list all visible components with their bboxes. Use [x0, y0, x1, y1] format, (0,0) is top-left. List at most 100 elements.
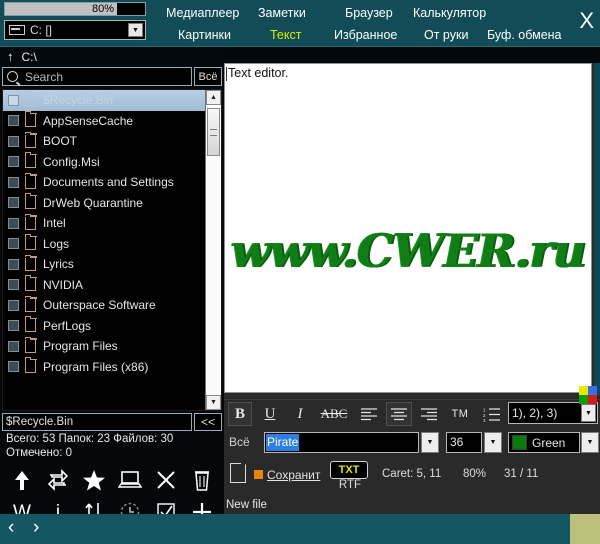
chevron-down-icon[interactable]: ▼: [484, 432, 502, 453]
align-right-icon[interactable]: [416, 402, 442, 426]
item-checkbox[interactable]: [8, 279, 19, 290]
chevron-down-icon[interactable]: ▼: [128, 23, 143, 37]
folder-icon: [25, 360, 36, 373]
item-checkbox[interactable]: [8, 341, 19, 352]
item-checkbox[interactable]: [8, 197, 19, 208]
item-checkbox[interactable]: [8, 361, 19, 372]
menu-item-calculator[interactable]: Калькулятор: [413, 6, 486, 20]
corner-resize-handle[interactable]: [570, 514, 600, 544]
editor-logo-text: www.CWER.ru: [225, 224, 591, 278]
list-item[interactable]: Intel: [3, 213, 205, 234]
menu-item-pictures[interactable]: Картинки: [178, 28, 231, 42]
close-x-icon[interactable]: [148, 465, 184, 495]
strikethrough-button[interactable]: ABC: [318, 402, 350, 426]
item-checkbox[interactable]: [8, 300, 19, 311]
font-color-select[interactable]: Green: [508, 432, 580, 453]
scrollbar-thumb[interactable]: [207, 108, 220, 156]
list-item-label: Logs: [43, 237, 69, 251]
palette-swatch-red[interactable]: [588, 395, 597, 404]
item-checkbox[interactable]: [8, 320, 19, 331]
ordered-list-icon[interactable]: 123: [480, 402, 504, 426]
trademark-button[interactable]: TM: [446, 402, 474, 426]
search-row: Всё: [2, 67, 222, 86]
font-size-select[interactable]: 36: [446, 432, 482, 453]
list-item[interactable]: Logs: [3, 234, 205, 255]
palette-swatch-yellow[interactable]: [579, 386, 588, 395]
search-input[interactable]: [23, 69, 177, 85]
palette-swatch-green[interactable]: [579, 395, 588, 404]
document-icon[interactable]: [230, 463, 246, 483]
top-bar: 80% C: [] ▼ Медиаплеер Заметки Браузер К…: [0, 0, 600, 46]
star-icon[interactable]: [76, 465, 112, 495]
bold-button[interactable]: B: [228, 402, 252, 426]
application-window: 80% C: [] ▼ Медиаплеер Заметки Браузер К…: [0, 0, 600, 544]
item-checkbox[interactable]: [8, 218, 19, 229]
search-scope-button[interactable]: Всё: [194, 67, 222, 86]
list-item-label: Program Files (x86): [43, 360, 148, 374]
refresh-icon[interactable]: [40, 465, 76, 495]
nav-next-icon[interactable]: ›: [33, 517, 39, 539]
list-item[interactable]: Outerspace Software: [3, 295, 205, 316]
list-item[interactable]: PerfLogs: [3, 316, 205, 337]
save-button[interactable]: Сохранит: [267, 468, 320, 482]
font-family-select[interactable]: Pirate: [264, 432, 419, 453]
menu-item-mediaplayer[interactable]: Медиаплеер: [166, 6, 239, 20]
folder-icon: [25, 114, 36, 127]
list-item[interactable]: Documents and Settings: [3, 172, 205, 193]
menu-item-browser[interactable]: Браузер: [345, 6, 393, 20]
chevron-down-icon[interactable]: ▼: [581, 432, 599, 453]
collapse-button[interactable]: <<: [194, 413, 222, 431]
item-checkbox[interactable]: [8, 156, 19, 167]
close-button[interactable]: X: [579, 10, 594, 32]
item-checkbox[interactable]: [8, 177, 19, 188]
menu-item-text[interactable]: Текст: [270, 28, 301, 42]
path-bar: ↑ C:\: [0, 47, 224, 66]
list-item[interactable]: Lyrics: [3, 254, 205, 275]
parent-folder-icon[interactable]: ↑: [7, 49, 14, 64]
menu-item-freehand[interactable]: От руки: [424, 28, 468, 42]
menu-item-notes[interactable]: Заметки: [258, 6, 306, 20]
drive-select[interactable]: C: [] ▼: [4, 20, 146, 40]
item-checkbox[interactable]: [8, 238, 19, 249]
file-list[interactable]: $Recycle.Bin AppSenseCache BOOT Config.M…: [3, 90, 205, 410]
trash-icon[interactable]: [184, 465, 220, 495]
font-family-value: Pirate: [266, 434, 299, 451]
list-item-label: Documents and Settings: [43, 175, 174, 189]
align-left-icon[interactable]: [356, 402, 382, 426]
text-caret: [226, 67, 227, 81]
list-item[interactable]: DrWeb Quarantine: [3, 193, 205, 214]
list-item[interactable]: NVIDIA: [3, 275, 205, 296]
editor-canvas[interactable]: Text editor. www.CWER.ru: [224, 63, 592, 393]
palette-swatch-blue[interactable]: [588, 386, 597, 395]
menu-item-favorites[interactable]: Избранное: [334, 28, 397, 42]
menu-item-clipboard[interactable]: Буф. обмена: [487, 28, 562, 42]
format-txt-button[interactable]: TXT: [330, 461, 368, 479]
list-item[interactable]: AppSenseCache: [3, 111, 205, 132]
up-arrow-icon[interactable]: [4, 465, 40, 495]
file-list-scrollbar[interactable]: ▲ ▼: [205, 90, 221, 410]
chevron-down-icon[interactable]: ▼: [421, 432, 439, 453]
italic-button[interactable]: I: [288, 402, 312, 426]
list-item[interactable]: $Recycle.Bin: [3, 90, 205, 111]
scroll-down-icon[interactable]: ▼: [206, 395, 221, 410]
selected-item-field[interactable]: $Recycle.Bin: [2, 413, 192, 431]
chevron-down-icon[interactable]: ▼: [581, 404, 596, 422]
list-item[interactable]: Program Files: [3, 336, 205, 357]
underline-button[interactable]: U: [258, 402, 282, 426]
computer-icon[interactable]: [112, 465, 148, 495]
list-style-select[interactable]: 1), 2), 3) ▼: [508, 402, 598, 424]
align-center-icon[interactable]: [386, 402, 412, 426]
list-item[interactable]: BOOT: [3, 131, 205, 152]
color-palette-grid[interactable]: [579, 386, 597, 404]
item-checkbox[interactable]: [8, 136, 19, 147]
search-field[interactable]: [2, 67, 192, 86]
list-item-label: NVIDIA: [43, 278, 83, 292]
item-checkbox[interactable]: [8, 95, 19, 106]
list-item[interactable]: Program Files (x86): [3, 357, 205, 378]
format-rtf-button[interactable]: RTF: [332, 479, 368, 491]
nav-prev-icon[interactable]: ‹: [8, 517, 14, 539]
list-item[interactable]: Config.Msi: [3, 152, 205, 173]
scroll-up-icon[interactable]: ▲: [206, 90, 221, 105]
item-checkbox[interactable]: [8, 115, 19, 126]
item-checkbox[interactable]: [8, 259, 19, 270]
